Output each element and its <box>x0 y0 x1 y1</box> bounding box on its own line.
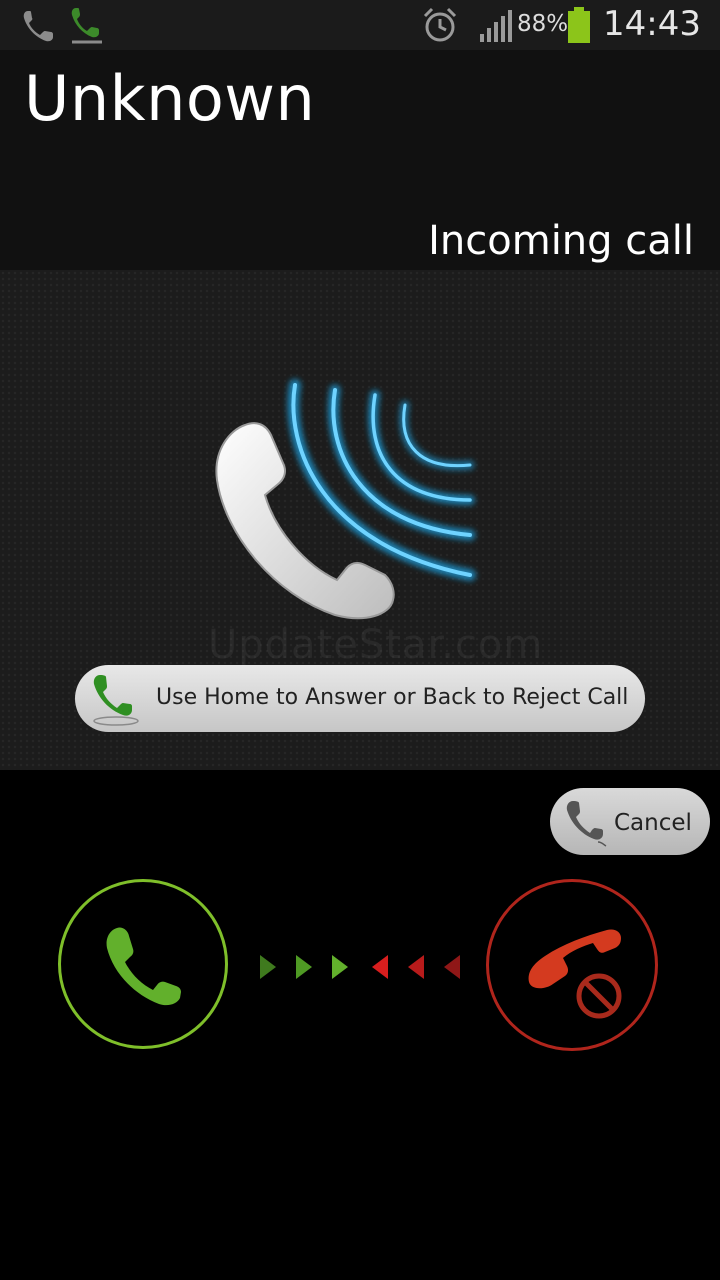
cancel-button[interactable]: Cancel <box>550 788 710 855</box>
swipe-arrows <box>260 955 460 979</box>
signal-icon <box>480 10 512 42</box>
arrow-right-icon <box>332 955 348 979</box>
arrow-left-icon <box>408 955 424 979</box>
caller-header: Unknown Incoming call <box>0 50 720 270</box>
missed-call-icon <box>71 8 102 44</box>
phone-icon <box>23 11 53 42</box>
phone-hint-icon <box>93 675 139 726</box>
arrow-right-icon <box>260 955 276 979</box>
alarm-icon <box>423 7 457 42</box>
hint-banner: Use Home to Answer or Back to Reject Cal… <box>75 665 645 732</box>
battery-icon <box>568 7 590 43</box>
call-status: Incoming call <box>428 218 694 264</box>
reject-button[interactable] <box>486 879 658 1051</box>
battery-percent: 88% <box>517 11 569 37</box>
watermark: UpdateStar.com <box>208 622 544 668</box>
reject-phone-icon <box>528 929 622 1019</box>
answer-phone-icon <box>106 927 181 1006</box>
caller-name: Unknown <box>24 62 316 135</box>
arrow-left-icon <box>372 955 388 979</box>
arrow-left-icon <box>444 955 460 979</box>
answer-button[interactable] <box>58 879 228 1049</box>
clock: 14:43 <box>603 4 701 44</box>
caller-image-area: UpdateStar.com Use Home to Answer or Bac… <box>0 270 720 770</box>
status-bar: 88% 14:43 <box>0 0 720 50</box>
cancel-label: Cancel <box>614 810 692 836</box>
hint-text: Use Home to Answer or Back to Reject Cal… <box>156 685 629 710</box>
phone-icon <box>566 801 607 847</box>
incoming-call-handset-icon <box>215 422 395 620</box>
arrow-right-icon <box>296 955 312 979</box>
